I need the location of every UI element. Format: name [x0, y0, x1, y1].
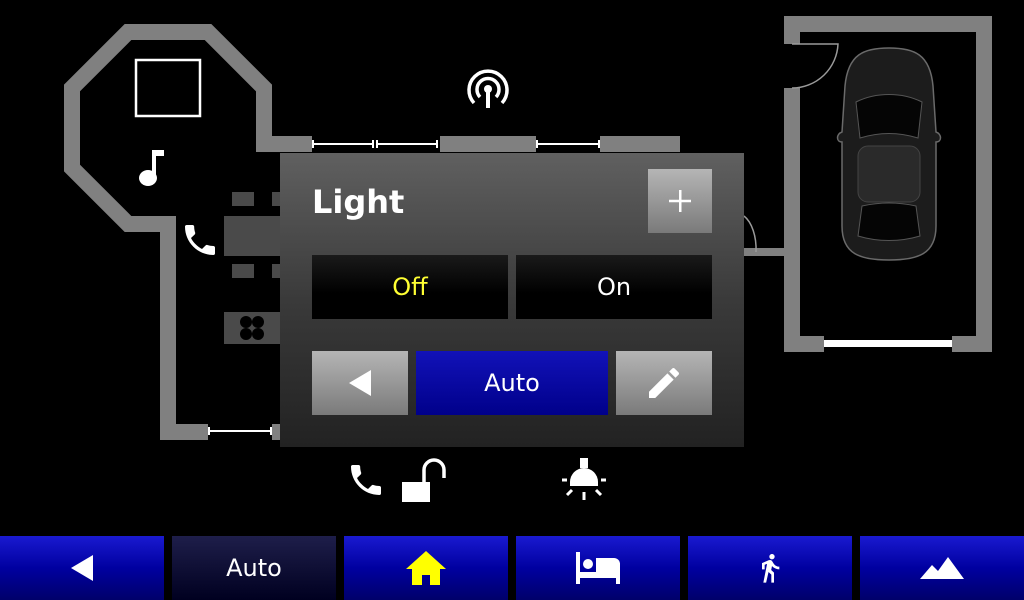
- plus-icon: [669, 190, 691, 212]
- off-label: Off: [392, 273, 428, 301]
- on-label: On: [596, 273, 632, 301]
- nav-mode-label: Auto: [226, 554, 282, 582]
- ceiling-light-icon[interactable]: [560, 456, 608, 504]
- car-icon: [836, 47, 942, 261]
- nav-away-button[interactable]: [688, 536, 852, 600]
- triangle-left-icon: [71, 555, 93, 581]
- expand-button[interactable]: [648, 169, 712, 233]
- garage-door: [824, 340, 952, 347]
- unlock-icon[interactable]: [400, 456, 448, 504]
- edit-button[interactable]: [616, 351, 712, 415]
- window: [376, 140, 438, 148]
- mode-auto-button[interactable]: Auto: [416, 351, 608, 415]
- nav-holiday-button[interactable]: [860, 536, 1024, 600]
- nav-bedroom-button[interactable]: [516, 536, 680, 600]
- phone-icon[interactable]: [346, 460, 386, 500]
- music-note-icon[interactable]: [138, 148, 168, 188]
- phone-icon[interactable]: [180, 220, 220, 260]
- light-popup: Light Off On Auto: [280, 153, 744, 447]
- window: [312, 140, 374, 148]
- window: [208, 427, 272, 435]
- nav-home-button[interactable]: [344, 536, 508, 600]
- walking-person-icon: [762, 554, 780, 583]
- popup-title: Light: [312, 183, 405, 221]
- mountain-icon: [920, 557, 964, 579]
- nav-mode-button[interactable]: Auto: [172, 536, 336, 600]
- fan-icon[interactable]: [238, 314, 266, 342]
- triangle-left-icon: [349, 370, 371, 396]
- nav-back-button[interactable]: [0, 536, 164, 600]
- back-button[interactable]: [312, 351, 408, 415]
- bed-icon: [576, 552, 620, 584]
- mode-label: Auto: [484, 369, 540, 397]
- antenna-icon[interactable]: [466, 68, 510, 112]
- on-button[interactable]: On: [516, 255, 712, 319]
- window: [536, 140, 600, 148]
- pencil-icon: [649, 367, 680, 398]
- home-icon: [406, 551, 446, 585]
- off-button[interactable]: Off: [312, 255, 508, 319]
